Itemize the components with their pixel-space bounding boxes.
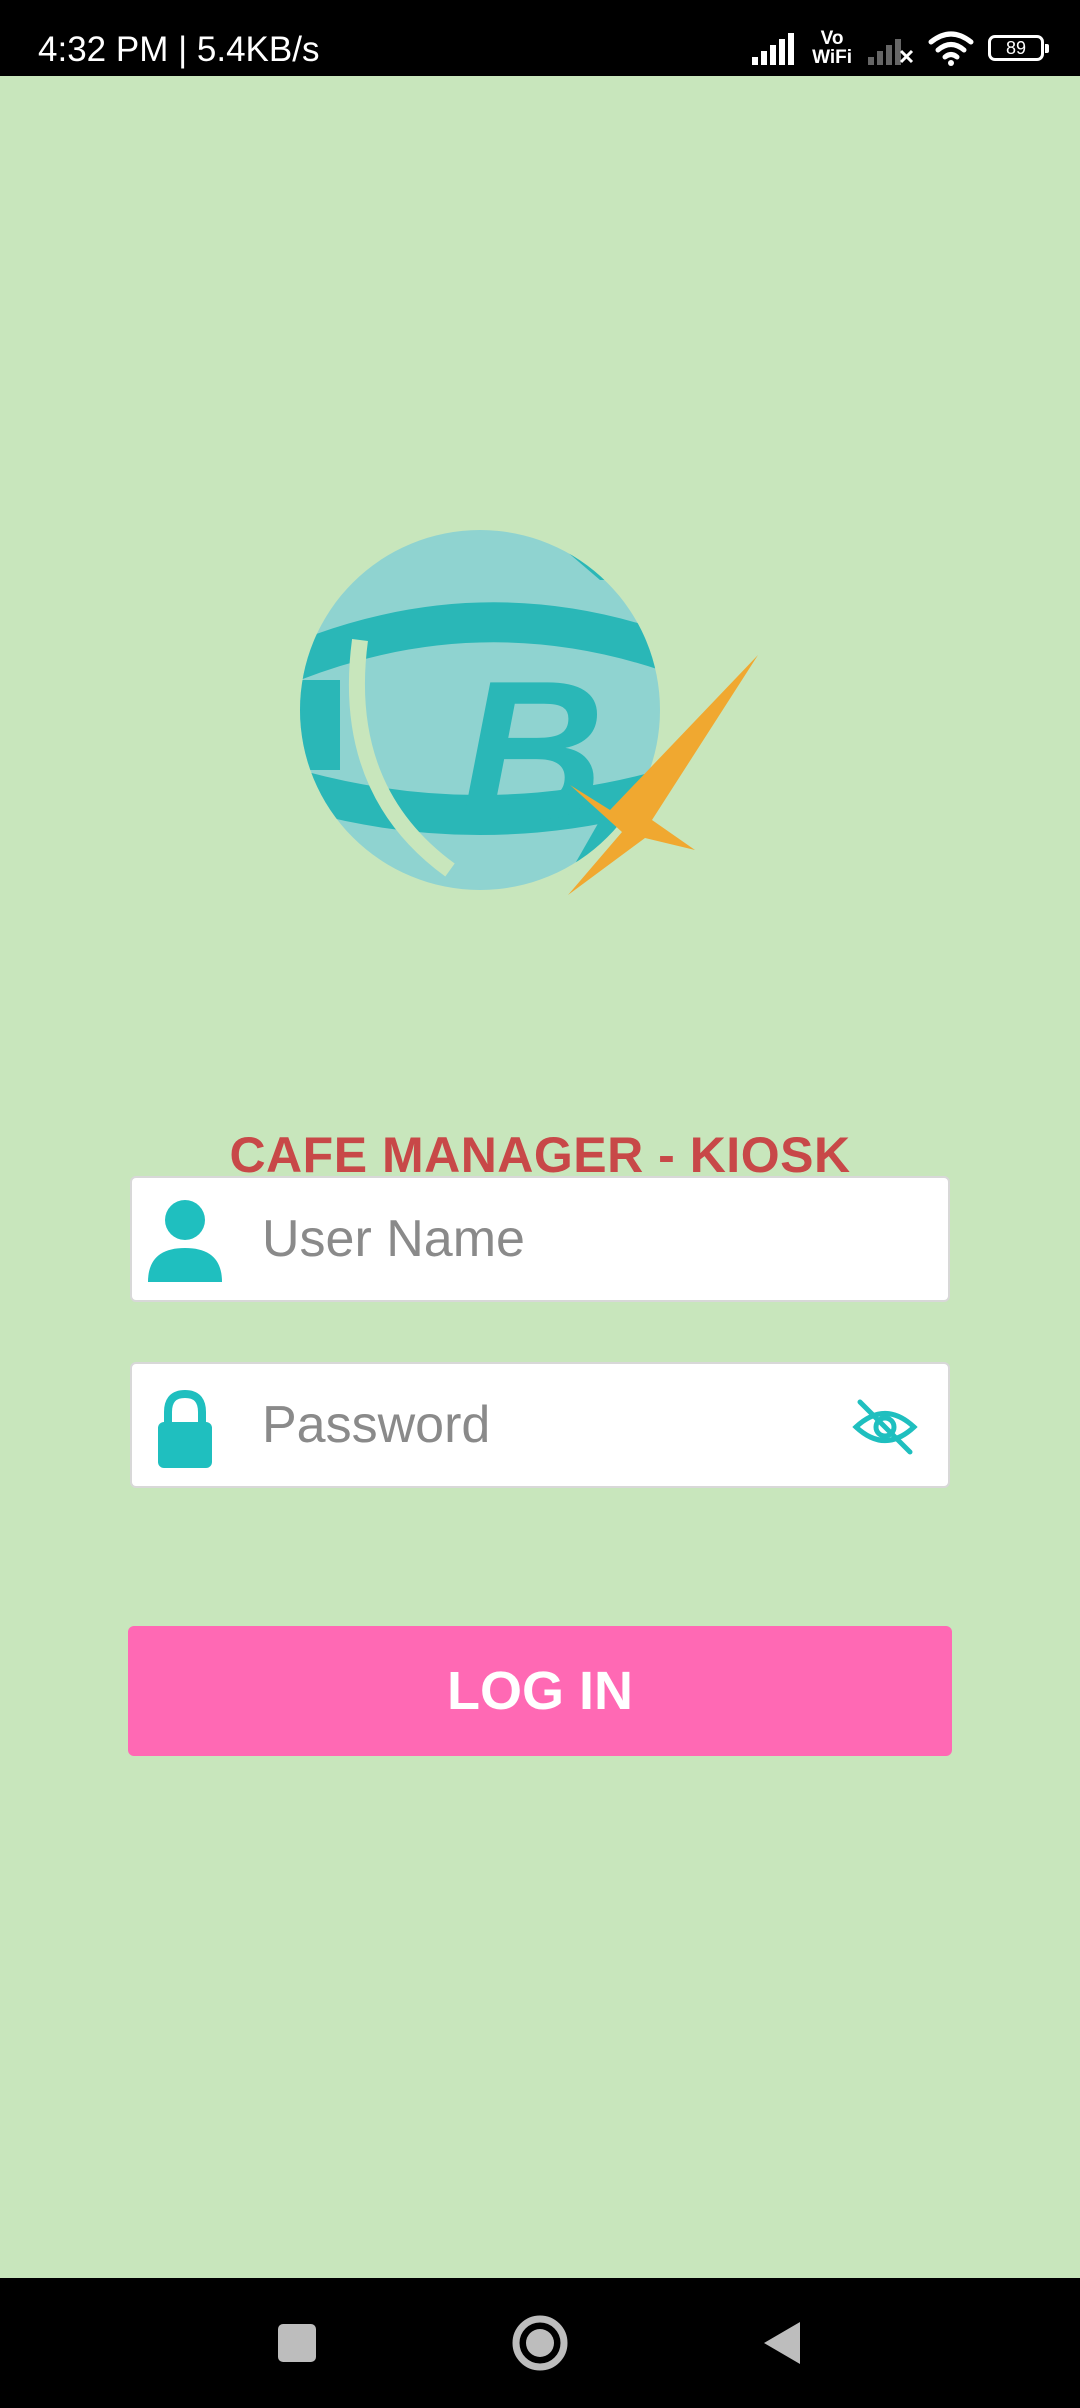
status-time: 4:32 PM: [38, 30, 169, 69]
password-field[interactable]: [130, 1362, 950, 1488]
vowifi-bottom: WiFi: [812, 47, 852, 68]
battery-icon: 89: [988, 35, 1049, 61]
username-input[interactable]: [258, 1178, 822, 1300]
navigation-bar: [0, 2278, 1080, 2408]
logo-letter: B: [460, 640, 604, 863]
back-icon[interactable]: [748, 2308, 818, 2378]
status-icons: Vo WiFi 89: [750, 24, 1049, 72]
lock-icon: [158, 1389, 212, 1468]
status-bar: 4:32 PM | 5.4KB/s Vo WiFi 89: [0, 0, 1080, 76]
battery-level: 89: [1005, 37, 1027, 58]
login-button[interactable]: LOG IN: [128, 1626, 952, 1756]
wifi-icon: [928, 31, 974, 66]
password-input[interactable]: [258, 1364, 822, 1486]
eye-off-icon[interactable]: [852, 1394, 918, 1460]
vowifi-icon: Vo WiFi: [812, 29, 852, 67]
login-screen: B CAFE MANAGER - KIOSK LOG IN: [0, 76, 1080, 2278]
network-speed: 5.4KB/s: [196, 30, 320, 69]
username-field[interactable]: [130, 1176, 950, 1302]
recent-apps-icon[interactable]: [262, 2308, 332, 2378]
vowifi-top: Vo: [820, 28, 844, 49]
signal-no-service-icon: [868, 39, 914, 65]
user-icon: [148, 1200, 222, 1282]
home-icon[interactable]: [505, 2308, 575, 2378]
signal-icon: [752, 33, 795, 65]
status-separator: |: [168, 30, 197, 69]
status-left: 4:32 PM | 5.4KB/s: [38, 0, 319, 76]
app-logo: B: [300, 530, 758, 895]
